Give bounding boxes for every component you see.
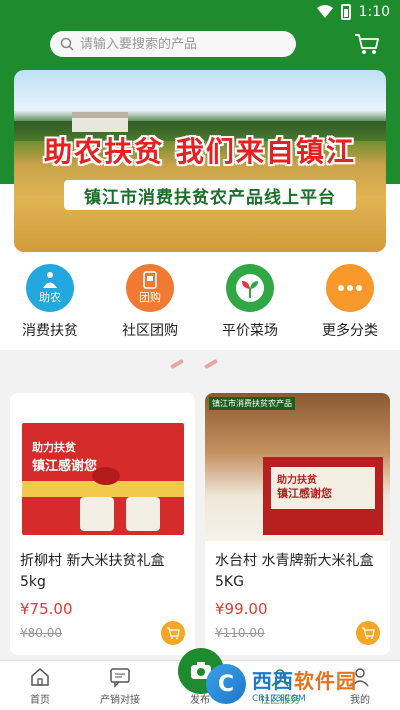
- cart-icon[interactable]: [354, 32, 380, 56]
- category-label: 消费扶贫: [22, 323, 78, 339]
- cart-icon: [362, 627, 375, 640]
- product-card[interactable]: 助力扶贫 镇江感谢您 折柳村 新大米扶贫礼盒5kg ¥75.00 ¥80.00: [10, 393, 195, 655]
- search-input[interactable]: [80, 36, 280, 52]
- cart-icon: [167, 627, 180, 640]
- watermark-title-part2: 软件园: [294, 668, 357, 693]
- nav-label: 产销对接: [100, 695, 140, 706]
- banner-subtitle: 镇江市消费扶贫农产品线上平台: [64, 180, 356, 210]
- category-label: 社区团购: [122, 323, 178, 339]
- banner-title: 助农扶贫 我们来自镇江: [44, 135, 356, 168]
- banner[interactable]: 助农扶贫 我们来自镇江 镇江市消费扶贫农产品线上平台: [14, 70, 386, 252]
- battery-icon: [340, 4, 351, 20]
- help-farmer-icon: 助农: [26, 264, 74, 312]
- category-more[interactable]: 更多分类: [300, 260, 400, 350]
- watermark-title: 西西软件园: [252, 665, 357, 694]
- gift-box-image: 助力扶贫 镇江感谢您: [263, 457, 383, 535]
- category-market[interactable]: 平价菜场: [200, 260, 300, 350]
- product-tag: 镇江市消费扶贫农产品: [209, 397, 295, 410]
- status-time: 1:10: [358, 4, 390, 20]
- box-text: 助力扶贫: [32, 441, 76, 454]
- box-text: 助力扶贫: [277, 475, 317, 486]
- watermark-logo: C: [206, 664, 246, 704]
- more-icon: [326, 264, 374, 312]
- add-to-cart-button[interactable]: [161, 621, 185, 645]
- product-name: 水台村 水青牌新大米礼盒 5KG: [215, 553, 374, 590]
- box-text: 镇江感谢您: [277, 487, 332, 500]
- product-price: ¥75.00: [20, 600, 73, 618]
- wifi-icon: [316, 5, 333, 18]
- category-poverty-alleviation[interactable]: 助农 消费扶贫: [0, 260, 100, 350]
- watermark: C 西西软件园 CR173.COM: [206, 664, 394, 704]
- nav-label: 首页: [30, 695, 50, 706]
- help-farmer-icon-text: 助农: [39, 291, 61, 304]
- add-to-cart-button[interactable]: [356, 621, 380, 645]
- section-indicator: [169, 358, 219, 370]
- product-image: 镇江市消费扶贫农产品 助力扶贫 镇江感谢您: [205, 393, 390, 541]
- product-image: 助力扶贫 镇江感谢您: [10, 393, 195, 541]
- category-label: 更多分类: [322, 323, 378, 339]
- category-label: 平价菜场: [222, 323, 278, 339]
- sprout-icon: [226, 264, 274, 312]
- banner-area: 助农扶贫 我们来自镇江 镇江市消费扶贫农产品线上平台: [0, 70, 400, 260]
- group-buy-icon-text: 团购: [139, 291, 161, 304]
- home-icon: [31, 668, 49, 686]
- product-old-price: ¥110.00: [215, 626, 265, 640]
- search-icon: [60, 37, 74, 51]
- category-row: 助农 消费扶贫 团购 社区团购 平价菜场 更多分类: [0, 260, 400, 350]
- box-text: 镇江感谢您: [32, 459, 98, 474]
- group-buy-icon: 团购: [126, 264, 174, 312]
- product-old-price: ¥80.00: [20, 626, 62, 640]
- nav-home[interactable]: 首页: [0, 661, 80, 710]
- status-bar: 1:10: [0, 0, 400, 26]
- search-bar[interactable]: [50, 31, 296, 57]
- gift-box-image: 助力扶贫 镇江感谢您: [22, 423, 184, 535]
- product-price: ¥99.00: [215, 600, 268, 618]
- category-group-buy[interactable]: 团购 社区团购: [100, 260, 200, 350]
- message-icon: [110, 668, 130, 688]
- header: [0, 26, 400, 70]
- nav-supply-demand[interactable]: 产销对接: [80, 661, 160, 710]
- product-name: 折柳村 新大米扶贫礼盒5kg: [20, 553, 165, 590]
- status-icons: 1:10: [316, 4, 390, 20]
- watermark-title-part1: 西西: [252, 668, 294, 693]
- product-card[interactable]: 镇江市消费扶贫农产品 助力扶贫 镇江感谢您 水台村 水青牌新大米礼盒 5KG ¥…: [205, 393, 390, 655]
- watermark-url: CR173.COM: [252, 693, 306, 704]
- banner-house: [72, 112, 128, 132]
